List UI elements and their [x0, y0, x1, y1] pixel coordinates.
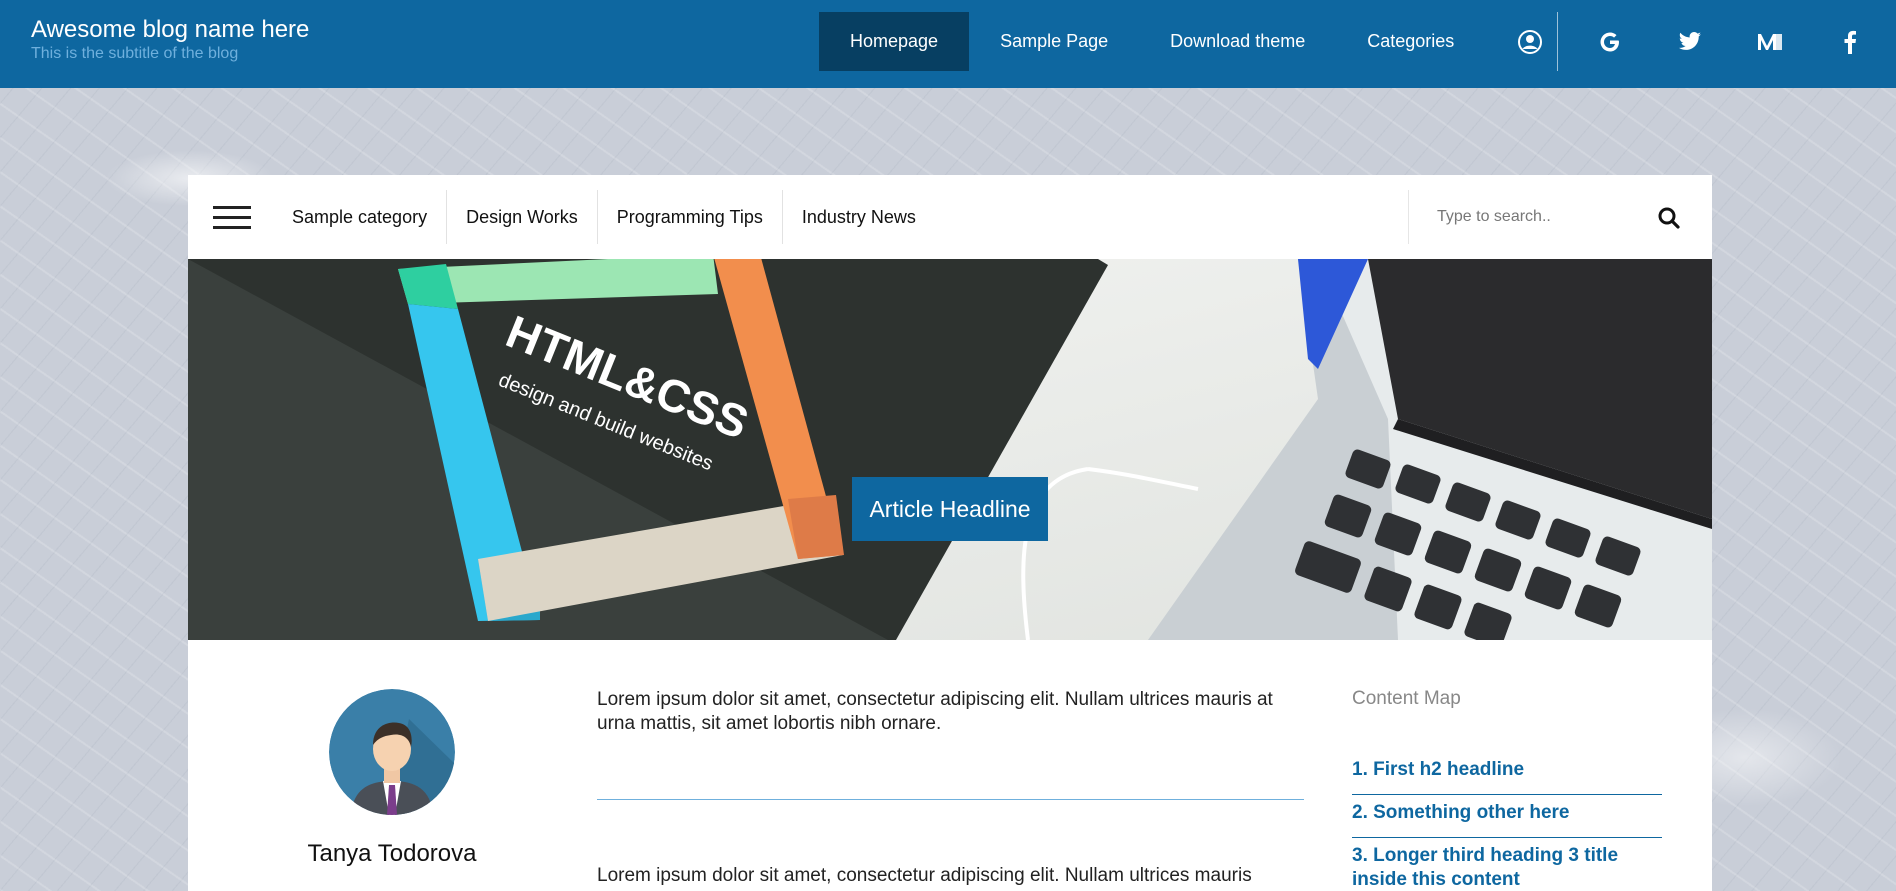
category-sample[interactable]: Sample category: [273, 190, 448, 244]
content-map-item[interactable]: 3. Longer third heading 3 title inside t…: [1352, 838, 1662, 891]
content-divider: [597, 799, 1304, 800]
social-icons: [1490, 12, 1890, 71]
author-avatar[interactable]: [329, 689, 455, 815]
nav-sample-page[interactable]: Sample Page: [969, 12, 1139, 71]
hero-illustration: HTML&CSS design and build websites: [188, 259, 1712, 640]
blog-title[interactable]: Awesome blog name here: [31, 16, 309, 44]
hamburger-menu-icon[interactable]: [213, 206, 251, 229]
author-name[interactable]: Tanya Todorova: [248, 840, 536, 868]
main-nav: Homepage Sample Page Download theme Cate…: [819, 12, 1485, 71]
article-paragraph: Lorem ipsum dolor sit amet, consectetur …: [597, 689, 1273, 734]
search-input[interactable]: [1437, 202, 1627, 232]
content-map-list: 1. First h2 headline 2. Something other …: [1352, 752, 1662, 891]
google-icon[interactable]: [1570, 12, 1650, 71]
article-paragraph: Lorem ipsum dolor sit amet, consectetur …: [597, 865, 1252, 886]
nav-homepage[interactable]: Homepage: [819, 12, 970, 71]
facebook-icon[interactable]: [1810, 12, 1890, 71]
blog-subtitle: This is the subtitle of the blog: [31, 45, 239, 62]
category-bar: Sample category Design Works Programming…: [188, 175, 1712, 259]
brand[interactable]: Awesome blog name here This is the subti…: [31, 16, 309, 64]
nav-download-theme[interactable]: Download theme: [1139, 12, 1336, 71]
search-box: [1408, 190, 1712, 244]
top-header: Awesome blog name here This is the subti…: [0, 0, 1896, 88]
content-map-title: Content Map: [1352, 688, 1461, 709]
article-headline[interactable]: Article Headline: [852, 477, 1048, 541]
category-nav: Sample category Design Works Programming…: [273, 190, 935, 244]
category-programming-tips[interactable]: Programming Tips: [598, 190, 783, 244]
medium-icon[interactable]: [1730, 12, 1810, 71]
nav-divider: [1557, 12, 1558, 71]
search-icon[interactable]: [1655, 204, 1683, 232]
category-design-works[interactable]: Design Works: [447, 190, 598, 244]
twitter-icon[interactable]: [1650, 12, 1730, 71]
content-map-item[interactable]: 1. First h2 headline: [1352, 752, 1662, 795]
user-icon[interactable]: [1490, 12, 1570, 71]
hero-image: HTML&CSS design and build websites Artic…: [188, 259, 1712, 640]
content-map-item[interactable]: 2. Something other here: [1352, 795, 1662, 838]
nav-categories[interactable]: Categories: [1336, 12, 1485, 71]
category-industry-news[interactable]: Industry News: [783, 190, 935, 244]
